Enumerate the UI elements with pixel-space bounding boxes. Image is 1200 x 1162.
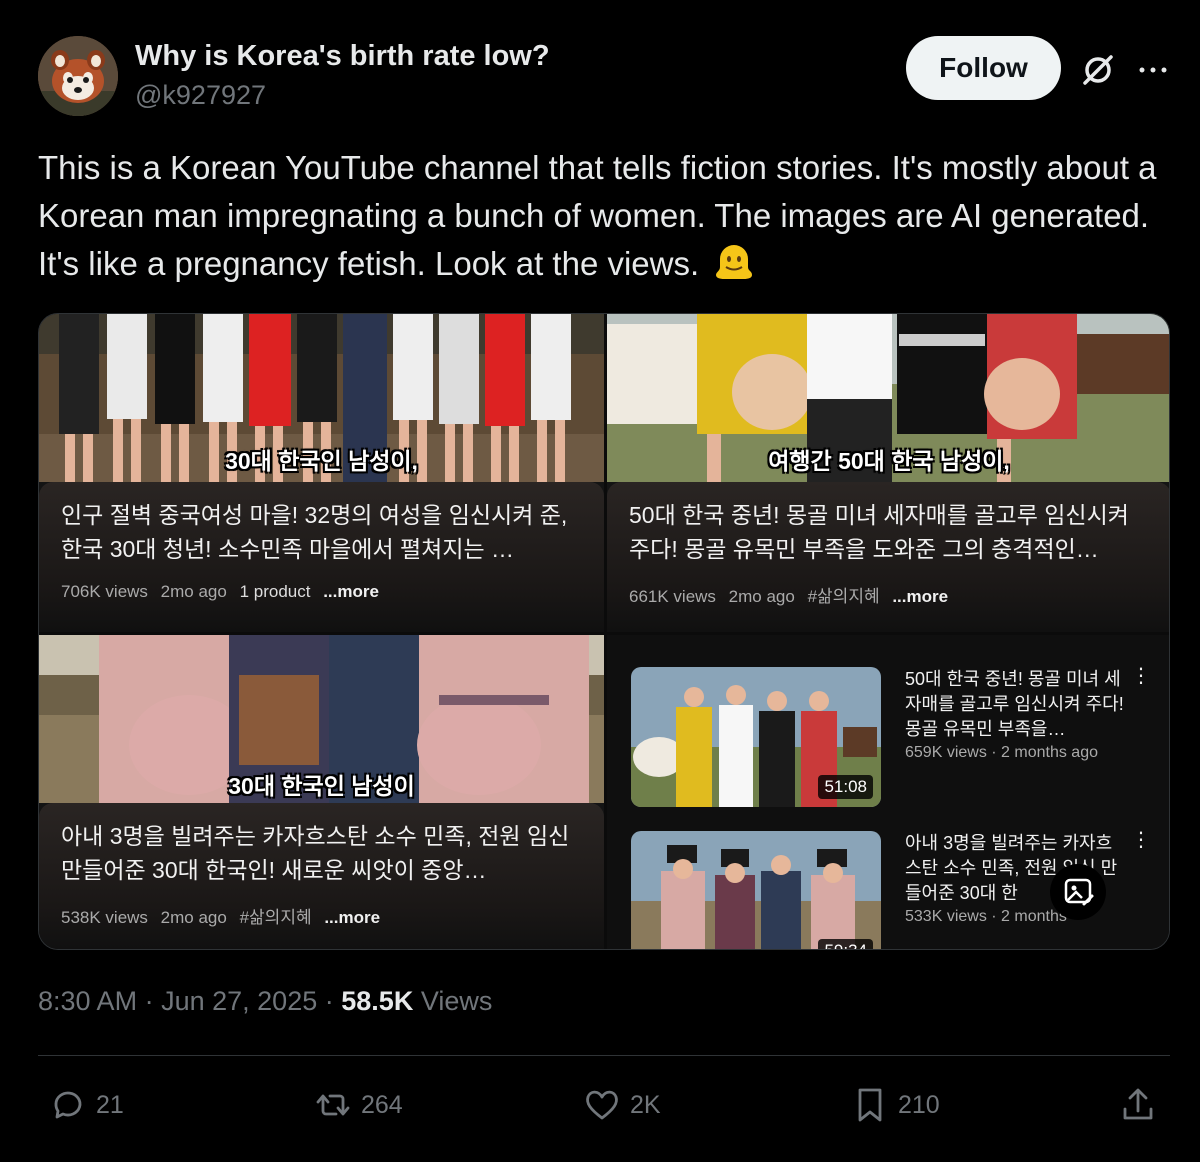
video-card: 50대 한국 중년! 몽골 미녀 세자매를 골고루 임신시켜주다! 몽골 유목민… — [607, 482, 1169, 632]
hashtag: #삶의지혜 — [239, 908, 312, 927]
upload-age: 2mo ago — [160, 582, 227, 601]
thumbnail-caption: 여행간 50대 한국 남성이, — [768, 448, 1010, 474]
separator: · — [324, 986, 334, 1016]
reply-button[interactable]: 21 — [48, 1080, 124, 1130]
upload-age: 2mo ago — [728, 587, 795, 606]
thumbnail-caption: 30대 한국인 남성이, — [225, 448, 418, 474]
kebab-menu-icon[interactable]: ⋮ — [1131, 830, 1151, 850]
tweet-timestamp[interactable]: 8:30 AM · Jun 27, 2025 · 58.5K Views — [38, 986, 492, 1017]
bookmark-icon — [858, 1088, 882, 1122]
video-duration: 59:34 — [818, 939, 873, 949]
separator: · — [144, 986, 154, 1016]
media-image-3[interactable]: 30대 한국인 남성이 아내 3명을 빌려주는 카자흐스탄 소수 민족, 전원 … — [39, 635, 604, 949]
reply-count: 21 — [96, 1090, 124, 1119]
media-image-2[interactable]: 여행간 50대 한국 남성이, 50대 한국 중년! 몽골 미녀 세자매를 골고… — [607, 314, 1169, 632]
more-link: ...more — [892, 587, 949, 606]
tweet-body: This is a Korean YouTube channel that te… — [38, 149, 1157, 282]
video-meta: 661K views 2mo ago #삶의지혜 ...more — [629, 582, 1149, 607]
follow-button[interactable]: Follow — [906, 36, 1061, 100]
author-handle[interactable]: @k927927 — [135, 80, 266, 111]
video-thumbnail: 30대 한국인 남성이, — [39, 314, 604, 482]
video-meta: 659K views · 2 months ago — [905, 744, 1098, 761]
heart-icon — [586, 1090, 618, 1120]
grok-icon[interactable] — [1078, 50, 1118, 90]
media-image-1[interactable]: 30대 한국인 남성이, 인구 절벽 중국여성 마을! 32명의 여성을 임신시… — [39, 314, 604, 632]
video-thumbnail: 59:34 — [631, 831, 881, 949]
tweet-text: This is a Korean YouTube channel that te… — [38, 144, 1168, 288]
bookmark-count: 210 — [898, 1090, 940, 1119]
repost-icon — [316, 1094, 350, 1116]
view-count: 538K views — [61, 908, 148, 927]
video-card: 아내 3명을 빌려주는 카자흐스탄 소수 민족, 전원 임신 만들어준 30대 … — [39, 803, 604, 949]
tweet-time: 8:30 AM — [38, 986, 138, 1016]
avatar[interactable] — [38, 36, 118, 116]
view-count: 706K views — [61, 582, 148, 601]
thumbnail-caption: 30대 한국인 남성이 — [228, 773, 415, 799]
view-count: 661K views — [629, 587, 716, 606]
video-meta: 706K views 2mo ago 1 product ...more — [61, 582, 582, 602]
upload-age: 2mo ago — [160, 908, 227, 927]
like-count: 2K — [630, 1090, 661, 1119]
tweet-date: Jun 27, 2025 — [161, 986, 318, 1016]
more-link: ...more — [324, 908, 381, 927]
video-title: 인구 절벽 중국여성 마을! 32명의 여성을 임신시켜 준, 한국 30대 청… — [61, 502, 568, 562]
media-grid[interactable]: 30대 한국인 남성이, 인구 절벽 중국여성 마을! 32명의 여성을 임신시… — [38, 313, 1170, 950]
repost-button[interactable]: 264 — [313, 1080, 403, 1130]
video-info: 50대 한국 중년! 몽골 미녀 세자매를 골고루 임신시켜 주다! 몽골 유목… — [905, 667, 1125, 762]
video-meta: 538K views 2mo ago #삶의지혜 ...more — [61, 903, 582, 928]
video-card: 인구 절벽 중국여성 마을! 32명의 여성을 임신시켜 준, 한국 30대 청… — [39, 482, 604, 632]
divider — [38, 1055, 1170, 1056]
share-button[interactable] — [1118, 1080, 1166, 1130]
more-link: ...more — [323, 582, 379, 601]
product-tag: 1 product — [239, 582, 311, 601]
video-title: 아내 3명을 빌려주는 카자흐스탄 소수 민족, 전원 임신 만들어준 30대 … — [61, 823, 570, 883]
hashtag: #삶의지혜 — [807, 587, 880, 606]
video-title: 50대 한국 중년! 몽골 미녀 세자매를 골고루 임신시켜 주다! 몽골 유목… — [905, 669, 1124, 739]
related-video-1[interactable]: 51:08 50대 한국 중년! 몽골 미녀 세자매를 골고루 임신시켜 주다!… — [631, 666, 1151, 807]
video-thumbnail: 여행간 50대 한국 남성이, — [607, 314, 1169, 482]
action-bar: 21 264 2K 210 — [38, 1080, 1170, 1130]
share-icon — [1123, 1088, 1153, 1120]
like-button[interactable]: 2K — [582, 1080, 661, 1130]
melting-face-emoji-icon — [714, 241, 754, 281]
view-count: 58.5K — [341, 986, 414, 1016]
views-label: Views — [420, 986, 493, 1016]
repost-count: 264 — [361, 1090, 403, 1119]
tweet-header: Why is Korea's birth rate low? @k927927 … — [38, 36, 1170, 116]
author-name[interactable]: Why is Korea's birth rate low? — [135, 40, 550, 73]
kebab-menu-icon[interactable]: ⋮ — [1131, 666, 1151, 686]
video-duration: 51:08 — [818, 775, 873, 799]
video-title: 50대 한국 중년! 몽골 미녀 세자매를 골고루 임신시켜주다! 몽골 유목민… — [629, 502, 1129, 562]
bookmark-button[interactable]: 210 — [850, 1080, 940, 1130]
video-thumbnail: 51:08 — [631, 667, 881, 807]
grok-image-icon[interactable] — [1050, 864, 1106, 920]
video-thumbnail: 30대 한국인 남성이 — [39, 635, 604, 803]
more-icon[interactable] — [1133, 50, 1173, 90]
reply-icon — [54, 1091, 82, 1119]
